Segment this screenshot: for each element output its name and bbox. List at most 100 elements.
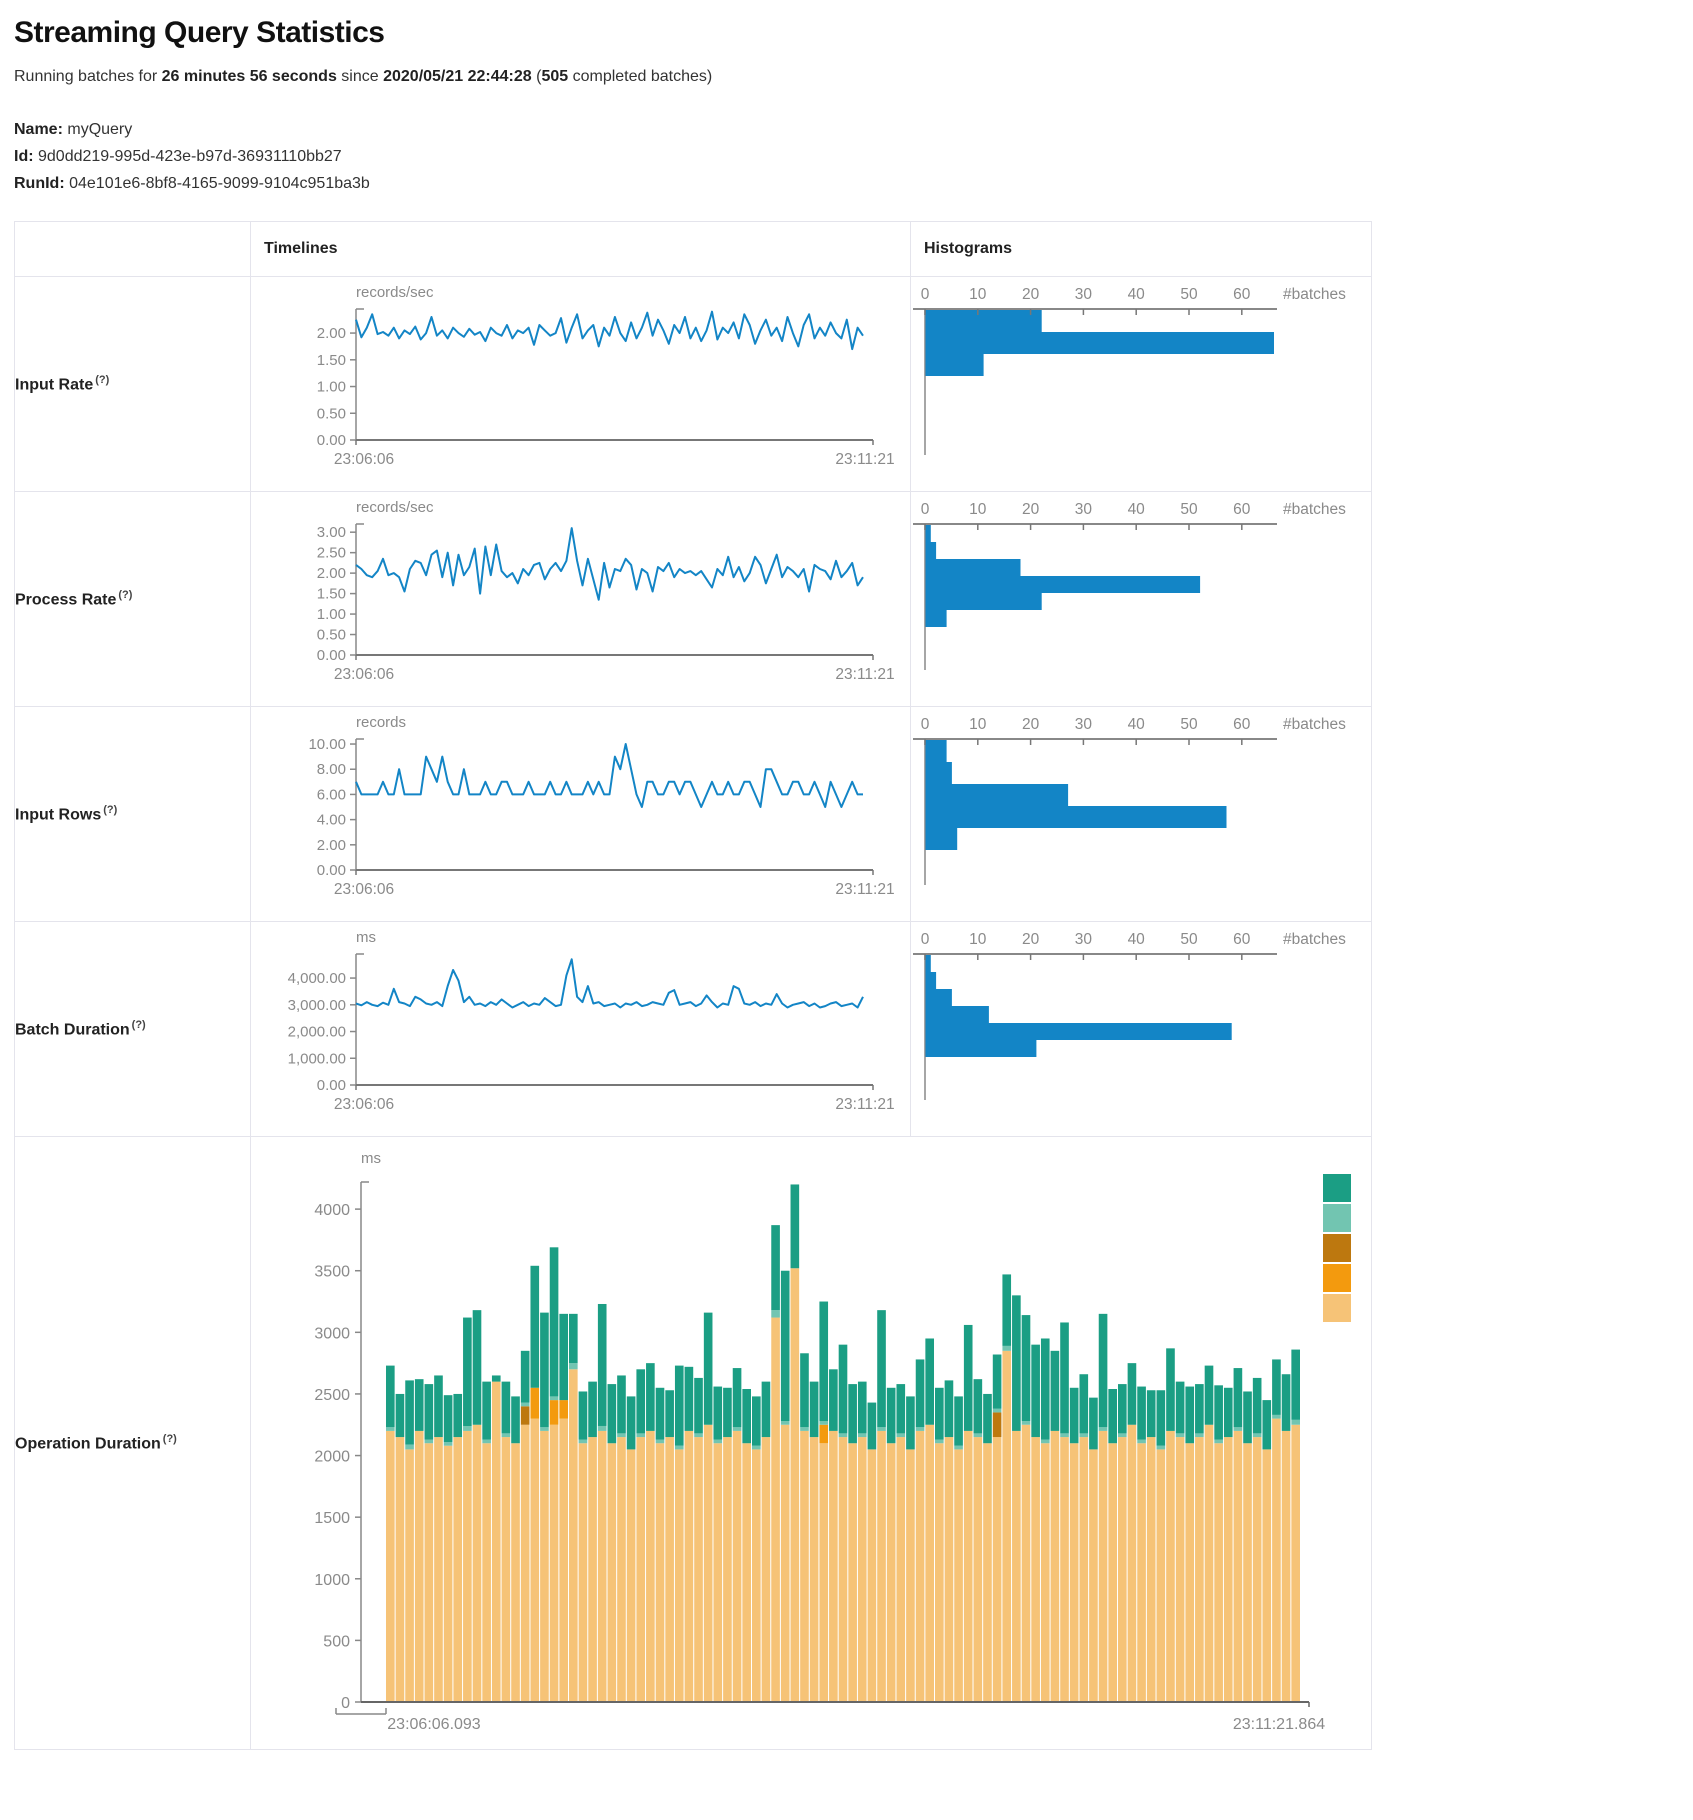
svg-text:40: 40 — [1128, 931, 1146, 948]
batch-duration-histogram-chart: 0102030405060#batches — [911, 922, 1370, 1135]
summary-prefix: Running batches for — [14, 68, 162, 85]
svg-text:#batches: #batches — [1283, 286, 1346, 303]
svg-text:0: 0 — [921, 716, 930, 733]
svg-text:1500: 1500 — [314, 1510, 350, 1527]
svg-text:1.50: 1.50 — [317, 352, 346, 369]
operation-duration-label-cell: Operation Duration(?) — [15, 1137, 251, 1750]
svg-text:1.00: 1.00 — [317, 606, 346, 623]
svg-text:2500: 2500 — [314, 1387, 350, 1404]
svg-text:0.00: 0.00 — [317, 432, 346, 449]
page-title: Streaming Query Statistics — [14, 16, 1693, 50]
summary-paren: ( — [532, 68, 542, 85]
query-id-row: Id: 9d0dd219-995d-423e-b97d-36931110bb27 — [14, 143, 1693, 170]
process-rate-histogram-chart: 0102030405060#batches — [911, 492, 1370, 705]
table-header-row: Timelines Histograms — [15, 222, 1372, 277]
svg-text:6.00: 6.00 — [317, 786, 346, 803]
svg-text:20: 20 — [1022, 931, 1040, 948]
svg-text:40: 40 — [1128, 286, 1146, 303]
svg-text:0.50: 0.50 — [317, 627, 346, 644]
svg-text:4.00: 4.00 — [317, 812, 346, 829]
svg-text:23:06:06: 23:06:06 — [334, 881, 394, 898]
svg-text:10: 10 — [969, 501, 987, 518]
svg-text:60: 60 — [1233, 286, 1251, 303]
input-rows-row: Input Rows(?) records10.008.006.004.002.… — [15, 707, 1372, 922]
input-rate-row: Input Rate(?) records/sec2.001.501.000.5… — [15, 277, 1372, 492]
svg-text:2000: 2000 — [314, 1449, 350, 1466]
svg-text:records/sec: records/sec — [356, 284, 434, 301]
query-name: myQuery — [67, 121, 132, 138]
svg-text:0: 0 — [921, 931, 930, 948]
svg-text:30: 30 — [1075, 286, 1093, 303]
svg-text:2.50: 2.50 — [317, 545, 346, 562]
svg-text:20: 20 — [1022, 501, 1040, 518]
help-tooltip-icon[interactable]: (?) — [118, 589, 132, 601]
svg-text:2.00: 2.00 — [317, 565, 346, 582]
statistics-table: Timelines Histograms Input Rate(?) recor… — [14, 221, 1372, 1750]
svg-text:23:11:21: 23:11:21 — [835, 451, 894, 468]
query-meta: Name: myQuery Id: 9d0dd219-995d-423e-b97… — [14, 116, 1693, 197]
svg-text:1.50: 1.50 — [317, 586, 346, 603]
svg-text:23:11:21: 23:11:21 — [835, 1096, 894, 1113]
completed-batches-count: 505 — [541, 68, 568, 85]
query-runid-row: RunId: 04e101e6-8bf8-4165-9099-9104c951b… — [14, 170, 1693, 197]
row-label: Operation Duration — [15, 1435, 161, 1452]
svg-text:30: 30 — [1075, 716, 1093, 733]
svg-text:0.00: 0.00 — [317, 1077, 346, 1094]
operation-duration-chart-cell: ms4000350030002500200015001000500023:06:… — [251, 1137, 1372, 1750]
help-tooltip-icon[interactable]: (?) — [163, 1433, 177, 1445]
svg-text:3000: 3000 — [314, 1325, 350, 1342]
svg-text:ms: ms — [356, 929, 376, 946]
svg-text:60: 60 — [1233, 501, 1251, 518]
id-label: Id: — [14, 148, 34, 165]
svg-text:30: 30 — [1075, 501, 1093, 518]
row-label: Batch Duration — [15, 1021, 130, 1038]
running-duration: 26 minutes 56 seconds — [162, 68, 337, 85]
row-label: Input Rate — [15, 376, 93, 393]
svg-text:50: 50 — [1180, 501, 1198, 518]
svg-text:60: 60 — [1233, 716, 1251, 733]
svg-text:2.00: 2.00 — [317, 325, 346, 342]
timelines-header: Timelines — [251, 222, 911, 277]
input-rate-histogram-cell: 0102030405060#batches — [911, 277, 1372, 492]
operation-duration-chart: ms4000350030002500200015001000500023:06:… — [251, 1137, 1370, 1748]
batch-duration-row: Batch Duration(?) ms4,000.003,000.002,00… — [15, 922, 1372, 1137]
svg-text:3500: 3500 — [314, 1264, 350, 1281]
input-rows-timeline-cell: records10.008.006.004.002.000.0023:06:06… — [251, 707, 911, 922]
svg-text:10.00: 10.00 — [308, 736, 346, 753]
svg-text:8.00: 8.00 — [317, 761, 346, 778]
svg-text:30: 30 — [1075, 931, 1093, 948]
svg-text:23:06:06.093: 23:06:06.093 — [387, 1716, 481, 1733]
summary-suffix: completed batches) — [568, 68, 712, 85]
svg-text:3,000.00: 3,000.00 — [288, 997, 346, 1014]
streaming-query-statistics-page: Streaming Query Statistics Running batch… — [0, 0, 1693, 1820]
query-name-row: Name: myQuery — [14, 116, 1693, 143]
svg-text:23:11:21.864: 23:11:21.864 — [1233, 1716, 1325, 1733]
svg-text:0: 0 — [921, 501, 930, 518]
svg-text:10: 10 — [969, 716, 987, 733]
operation-duration-row: Operation Duration(?) ms4000350030002500… — [15, 1137, 1372, 1750]
svg-text:0: 0 — [921, 286, 930, 303]
svg-text:500: 500 — [323, 1633, 350, 1650]
batch-duration-label-cell: Batch Duration(?) — [15, 922, 251, 1137]
help-tooltip-icon[interactable]: (?) — [103, 804, 117, 816]
input-rows-histogram-cell: 0102030405060#batches — [911, 707, 1372, 922]
input-rate-timeline-cell: records/sec2.001.501.000.500.0023:06:062… — [251, 277, 911, 492]
help-tooltip-icon[interactable]: (?) — [132, 1019, 146, 1031]
svg-text:50: 50 — [1180, 931, 1198, 948]
empty-header-cell — [15, 222, 251, 277]
input-rows-timeline-chart: records10.008.006.004.002.000.0023:06:06… — [251, 707, 909, 920]
row-label: Process Rate — [15, 591, 116, 608]
svg-text:1,000.00: 1,000.00 — [288, 1050, 346, 1067]
input-rate-histogram-chart: 0102030405060#batches — [911, 277, 1370, 490]
batch-duration-timeline-chart: ms4,000.003,000.002,000.001,000.000.0023… — [251, 922, 909, 1135]
svg-text:20: 20 — [1022, 286, 1040, 303]
svg-text:40: 40 — [1128, 501, 1146, 518]
svg-text:0.00: 0.00 — [317, 862, 346, 879]
batch-duration-timeline-cell: ms4,000.003,000.002,000.001,000.000.0023… — [251, 922, 911, 1137]
svg-text:23:06:06: 23:06:06 — [334, 666, 394, 683]
help-tooltip-icon[interactable]: (?) — [95, 374, 109, 386]
svg-text:23:06:06: 23:06:06 — [334, 1096, 394, 1113]
svg-text:0.00: 0.00 — [317, 647, 346, 664]
svg-text:10: 10 — [969, 286, 987, 303]
input-rate-timeline-chart: records/sec2.001.501.000.500.0023:06:062… — [251, 277, 909, 490]
